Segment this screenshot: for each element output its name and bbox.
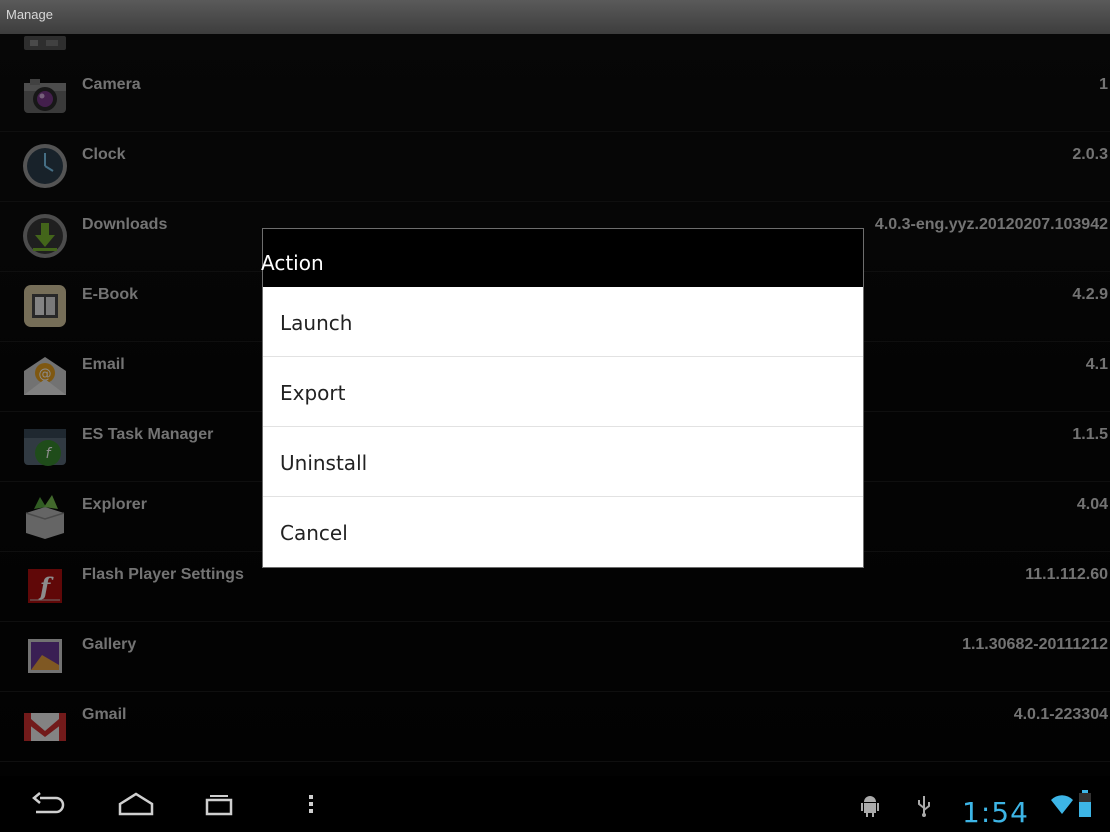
home-icon[interactable]	[116, 792, 156, 820]
recent-apps-icon[interactable]	[204, 792, 234, 820]
action-dialog: Action Launch Export Uninstall Cancel	[261, 228, 864, 568]
wifi-icon	[1050, 794, 1074, 820]
usb-icon	[916, 794, 932, 822]
cancel-option[interactable]: Cancel	[263, 497, 863, 567]
uninstall-option[interactable]: Uninstall	[263, 427, 863, 497]
title-bar: Manage	[0, 0, 1110, 34]
title-text: Manage	[6, 7, 53, 22]
dialog-title-text: Action	[261, 251, 324, 275]
battery-icon	[1078, 790, 1092, 822]
system-navigation-bar	[0, 776, 1110, 832]
back-icon[interactable]	[32, 792, 68, 820]
status-clock: 1:54	[962, 796, 1029, 829]
export-option[interactable]: Export	[263, 357, 863, 427]
dialog-title: Action	[261, 229, 863, 287]
menu-icon[interactable]	[306, 792, 316, 820]
launch-option[interactable]: Launch	[263, 287, 863, 357]
android-debug-icon	[860, 794, 880, 822]
